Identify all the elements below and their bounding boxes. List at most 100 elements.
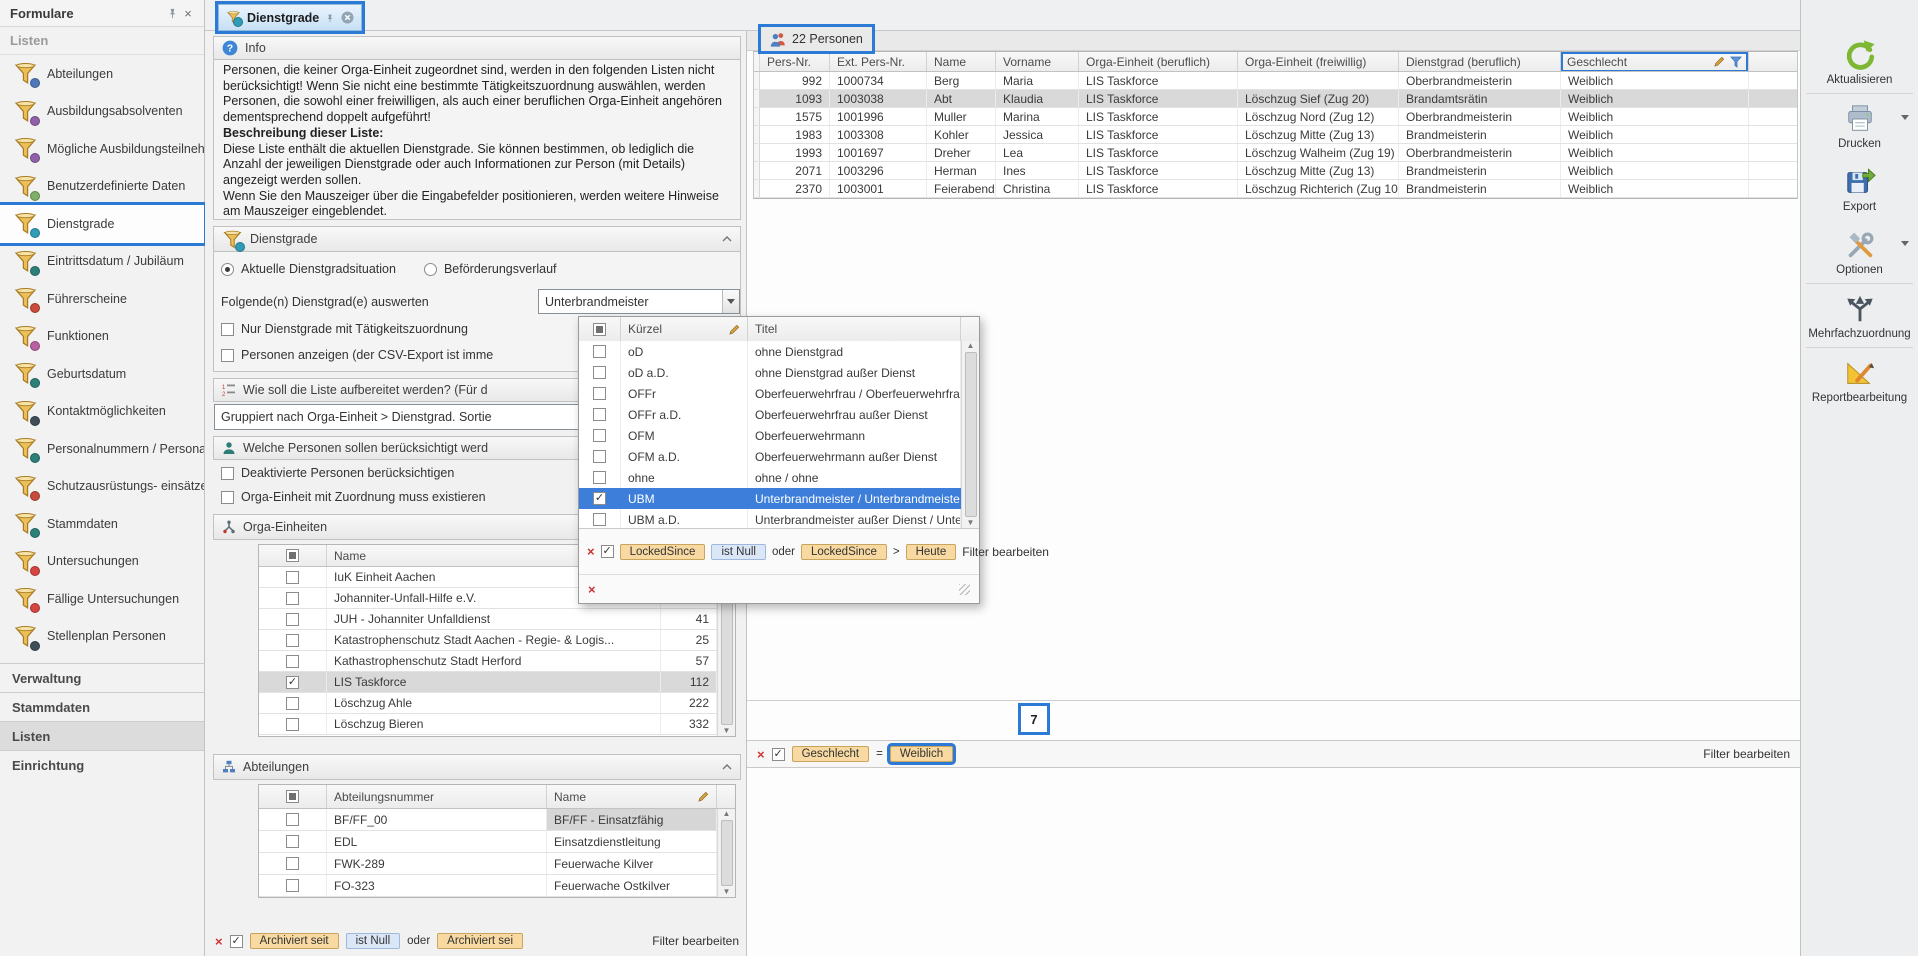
- toolbar-export[interactable]: Export: [1801, 157, 1918, 220]
- edit-filter-link[interactable]: Filter bearbeiten: [962, 545, 1049, 559]
- checkbox-icon[interactable]: [286, 571, 299, 584]
- checkbox-icon[interactable]: [286, 835, 299, 848]
- filter-chip-geschlecht[interactable]: Geschlecht: [792, 746, 870, 762]
- table-row[interactable]: 19931001697DreherLeaLIS TaskforceLöschzu…: [754, 144, 1797, 162]
- checkbox-icon[interactable]: [593, 471, 606, 484]
- scroll-up-icon[interactable]: ▲: [967, 342, 975, 350]
- checkbox-icon[interactable]: [286, 634, 299, 647]
- sidebar-item-geburtsdatum[interactable]: Geburtsdatum: [0, 355, 204, 393]
- chevron-up-icon[interactable]: [722, 764, 732, 770]
- sidebar-nav-stammdaten[interactable]: Stammdaten: [0, 692, 204, 721]
- dropdown-row-offr[interactable]: OFFrOberfeuerwehrfrau / Oberfeuerwehrfra…: [579, 383, 961, 404]
- checkbox-deaktivierte-personen[interactable]: Deaktivierte Personen berücksichtigen: [221, 466, 454, 480]
- checkbox-icon[interactable]: [221, 349, 234, 362]
- sidebar-item-kontaktmöglichkeiten[interactable]: Kontaktmöglichkeiten: [0, 393, 204, 431]
- column-header-kuerzel[interactable]: Kürzel: [621, 317, 748, 341]
- filter-chip-lockedsince[interactable]: LockedSince: [801, 544, 887, 560]
- row-checkbox-cell[interactable]: [579, 425, 621, 446]
- filter-chip-ist-null[interactable]: ist Null: [346, 933, 401, 949]
- dropdown-row-offr-a-d[interactable]: OFFr a.D.Oberfeuerwehrfrau außer Dienst: [579, 404, 961, 425]
- orga-row-löschzug-bieren[interactable]: Löschzug Bieren332: [259, 714, 717, 735]
- edit-filter-link[interactable]: Filter bearbeiten: [652, 934, 739, 948]
- row-checkbox-cell[interactable]: [259, 630, 327, 650]
- row-checkbox-cell[interactable]: [259, 609, 327, 629]
- row-checkbox-cell[interactable]: [579, 488, 621, 509]
- filter-chip-oder[interactable]: oder: [407, 934, 430, 948]
- filter-enabled-checkbox[interactable]: [772, 748, 785, 761]
- toolbar-reportbearbeitung[interactable]: Reportbearbeitung: [1801, 348, 1918, 411]
- orga-row-kathastrophenschutz-stadt-herford[interactable]: Kathastrophenschutz Stadt Herford57: [259, 651, 717, 672]
- select-all-checkbox[interactable]: [259, 545, 327, 566]
- filter-chip-[interactable]: =: [876, 747, 883, 761]
- dropdown-row-ohne[interactable]: ohneohne / ohne: [579, 467, 961, 488]
- checkbox-icon[interactable]: [286, 655, 299, 668]
- table-row[interactable]: 9921000734BergMariaLIS TaskforceOberbran…: [754, 72, 1797, 90]
- checkbox-icon[interactable]: [593, 513, 606, 526]
- filter-chip-heute[interactable]: Heute: [906, 544, 957, 560]
- filter-chip-oder[interactable]: oder: [772, 545, 795, 559]
- orga-row-juh-johanniter-unfalldienst[interactable]: JUH - Johanniter Unfalldienst41: [259, 609, 717, 630]
- row-checkbox-cell[interactable]: [259, 651, 327, 671]
- table-row[interactable]: 15751001996MullerMarinaLIS TaskforceLösc…: [754, 108, 1797, 126]
- checkbox-icon[interactable]: [286, 613, 299, 626]
- filter-enabled-checkbox[interactable]: [230, 935, 243, 948]
- toolbar-optionen[interactable]: Optionen: [1801, 220, 1918, 283]
- row-checkbox-cell[interactable]: [259, 809, 327, 830]
- select-all-checkbox[interactable]: [579, 317, 621, 341]
- toolbar-mehrfachzuordnung[interactable]: Mehrfachzuordnung: [1801, 284, 1918, 347]
- checkbox-icon[interactable]: [286, 857, 299, 870]
- row-checkbox-cell[interactable]: [259, 693, 327, 713]
- checkbox-icon[interactable]: [286, 592, 299, 605]
- sidebar-item-dienstgrade[interactable]: Dienstgrade: [0, 205, 204, 243]
- column-header-orga-einheit-beruflich[interactable]: Orga-Einheit (beruflich): [1079, 52, 1238, 71]
- checkbox-icon[interactable]: [286, 697, 299, 710]
- tab-dienstgrade[interactable]: Dienstgrade: [218, 4, 362, 31]
- table-row[interactable]: 19831003308KohlerJessicaLIS TaskforceLös…: [754, 126, 1797, 144]
- scrollbar-vertical[interactable]: ▲ ▼: [961, 341, 979, 528]
- scroll-down-icon[interactable]: ▼: [967, 519, 975, 527]
- sidebar-item-fällige-untersuchungen[interactable]: Fällige Untersuchungen: [0, 580, 204, 618]
- column-header-geschlecht[interactable]: Geschlecht: [1561, 52, 1749, 71]
- tab-pin-icon[interactable]: [325, 13, 335, 23]
- sidebar-item-eintrittsdatum-jubiläum[interactable]: Eintrittsdatum / Jubiläum: [0, 243, 204, 281]
- scrollbar-vertical[interactable]: ▲▼: [717, 809, 735, 897]
- checkbox-orga-einheit-zuordnung[interactable]: Orga-Einheit mit Zuordnung muss existier…: [221, 490, 486, 504]
- table-row[interactable]: 10931003038AbtKlaudiaLIS TaskforceLöschz…: [754, 90, 1797, 108]
- resize-grip[interactable]: [959, 584, 970, 595]
- column-header-dienstgrad-beruflich[interactable]: Dienstgrad (beruflich): [1399, 52, 1561, 71]
- filter-chip-[interactable]: >: [893, 545, 900, 559]
- close-icon[interactable]: ×: [180, 5, 196, 21]
- filter-chip-archiviert-seit[interactable]: Archiviert seit: [250, 933, 339, 949]
- row-checkbox-cell[interactable]: [579, 446, 621, 467]
- edit-filter-link[interactable]: Filter bearbeiten: [1703, 747, 1790, 761]
- tab-close-icon[interactable]: [341, 11, 354, 24]
- sidebar-item-stammdaten[interactable]: Stammdaten: [0, 505, 204, 543]
- radio-icon[interactable]: [221, 263, 234, 276]
- checkbox-icon[interactable]: [221, 323, 234, 336]
- remove-filter-icon[interactable]: ×: [215, 935, 223, 948]
- orga-row-löschzug-ahle[interactable]: Löschzug Ahle222: [259, 693, 717, 714]
- scrollbar-thumb[interactable]: [721, 820, 733, 886]
- checkbox-icon[interactable]: [286, 813, 299, 826]
- filter-chip-lockedsince[interactable]: LockedSince: [620, 544, 706, 560]
- scroll-down-icon[interactable]: ▼: [723, 888, 731, 896]
- scroll-up-icon[interactable]: ▲: [723, 810, 731, 818]
- dropdown-row-ubm[interactable]: UBMUnterbrandmeister / Unterbrandmeister…: [579, 488, 961, 509]
- orga-row-lis-taskforce[interactable]: LIS Taskforce112: [259, 672, 717, 693]
- remove-filter-icon[interactable]: ×: [587, 545, 595, 558]
- remove-filter-icon[interactable]: ×: [757, 748, 765, 761]
- checkbox-icon[interactable]: [221, 467, 234, 480]
- sidebar-item-führerscheine[interactable]: Führerscheine: [0, 280, 204, 318]
- row-checkbox-cell[interactable]: [259, 588, 327, 608]
- column-header-name[interactable]: Name: [547, 785, 717, 808]
- abteilungen-row-fwk-289[interactable]: FWK-289Feuerwache Kilver: [259, 853, 717, 875]
- checkbox-taetigkeitszuordnung[interactable]: Nur Dienstgrade mit Tätigkeitszuordnung: [221, 322, 468, 336]
- row-checkbox-cell[interactable]: [579, 341, 621, 362]
- table-row[interactable]: 23701003001FeierabendChristinaLIS Taskfo…: [754, 180, 1797, 198]
- filter-funnel-icon[interactable]: [1730, 56, 1742, 68]
- abteilungen-row-fo-323[interactable]: FO-323Feuerwache Ostkilver: [259, 875, 717, 897]
- row-checkbox-cell[interactable]: [259, 875, 327, 896]
- scrollbar-thumb[interactable]: [965, 352, 977, 517]
- filter-chip-archiviert-sei[interactable]: Archiviert sei: [437, 933, 523, 949]
- sidebar-item-abteilungen[interactable]: Abteilungen: [0, 55, 204, 93]
